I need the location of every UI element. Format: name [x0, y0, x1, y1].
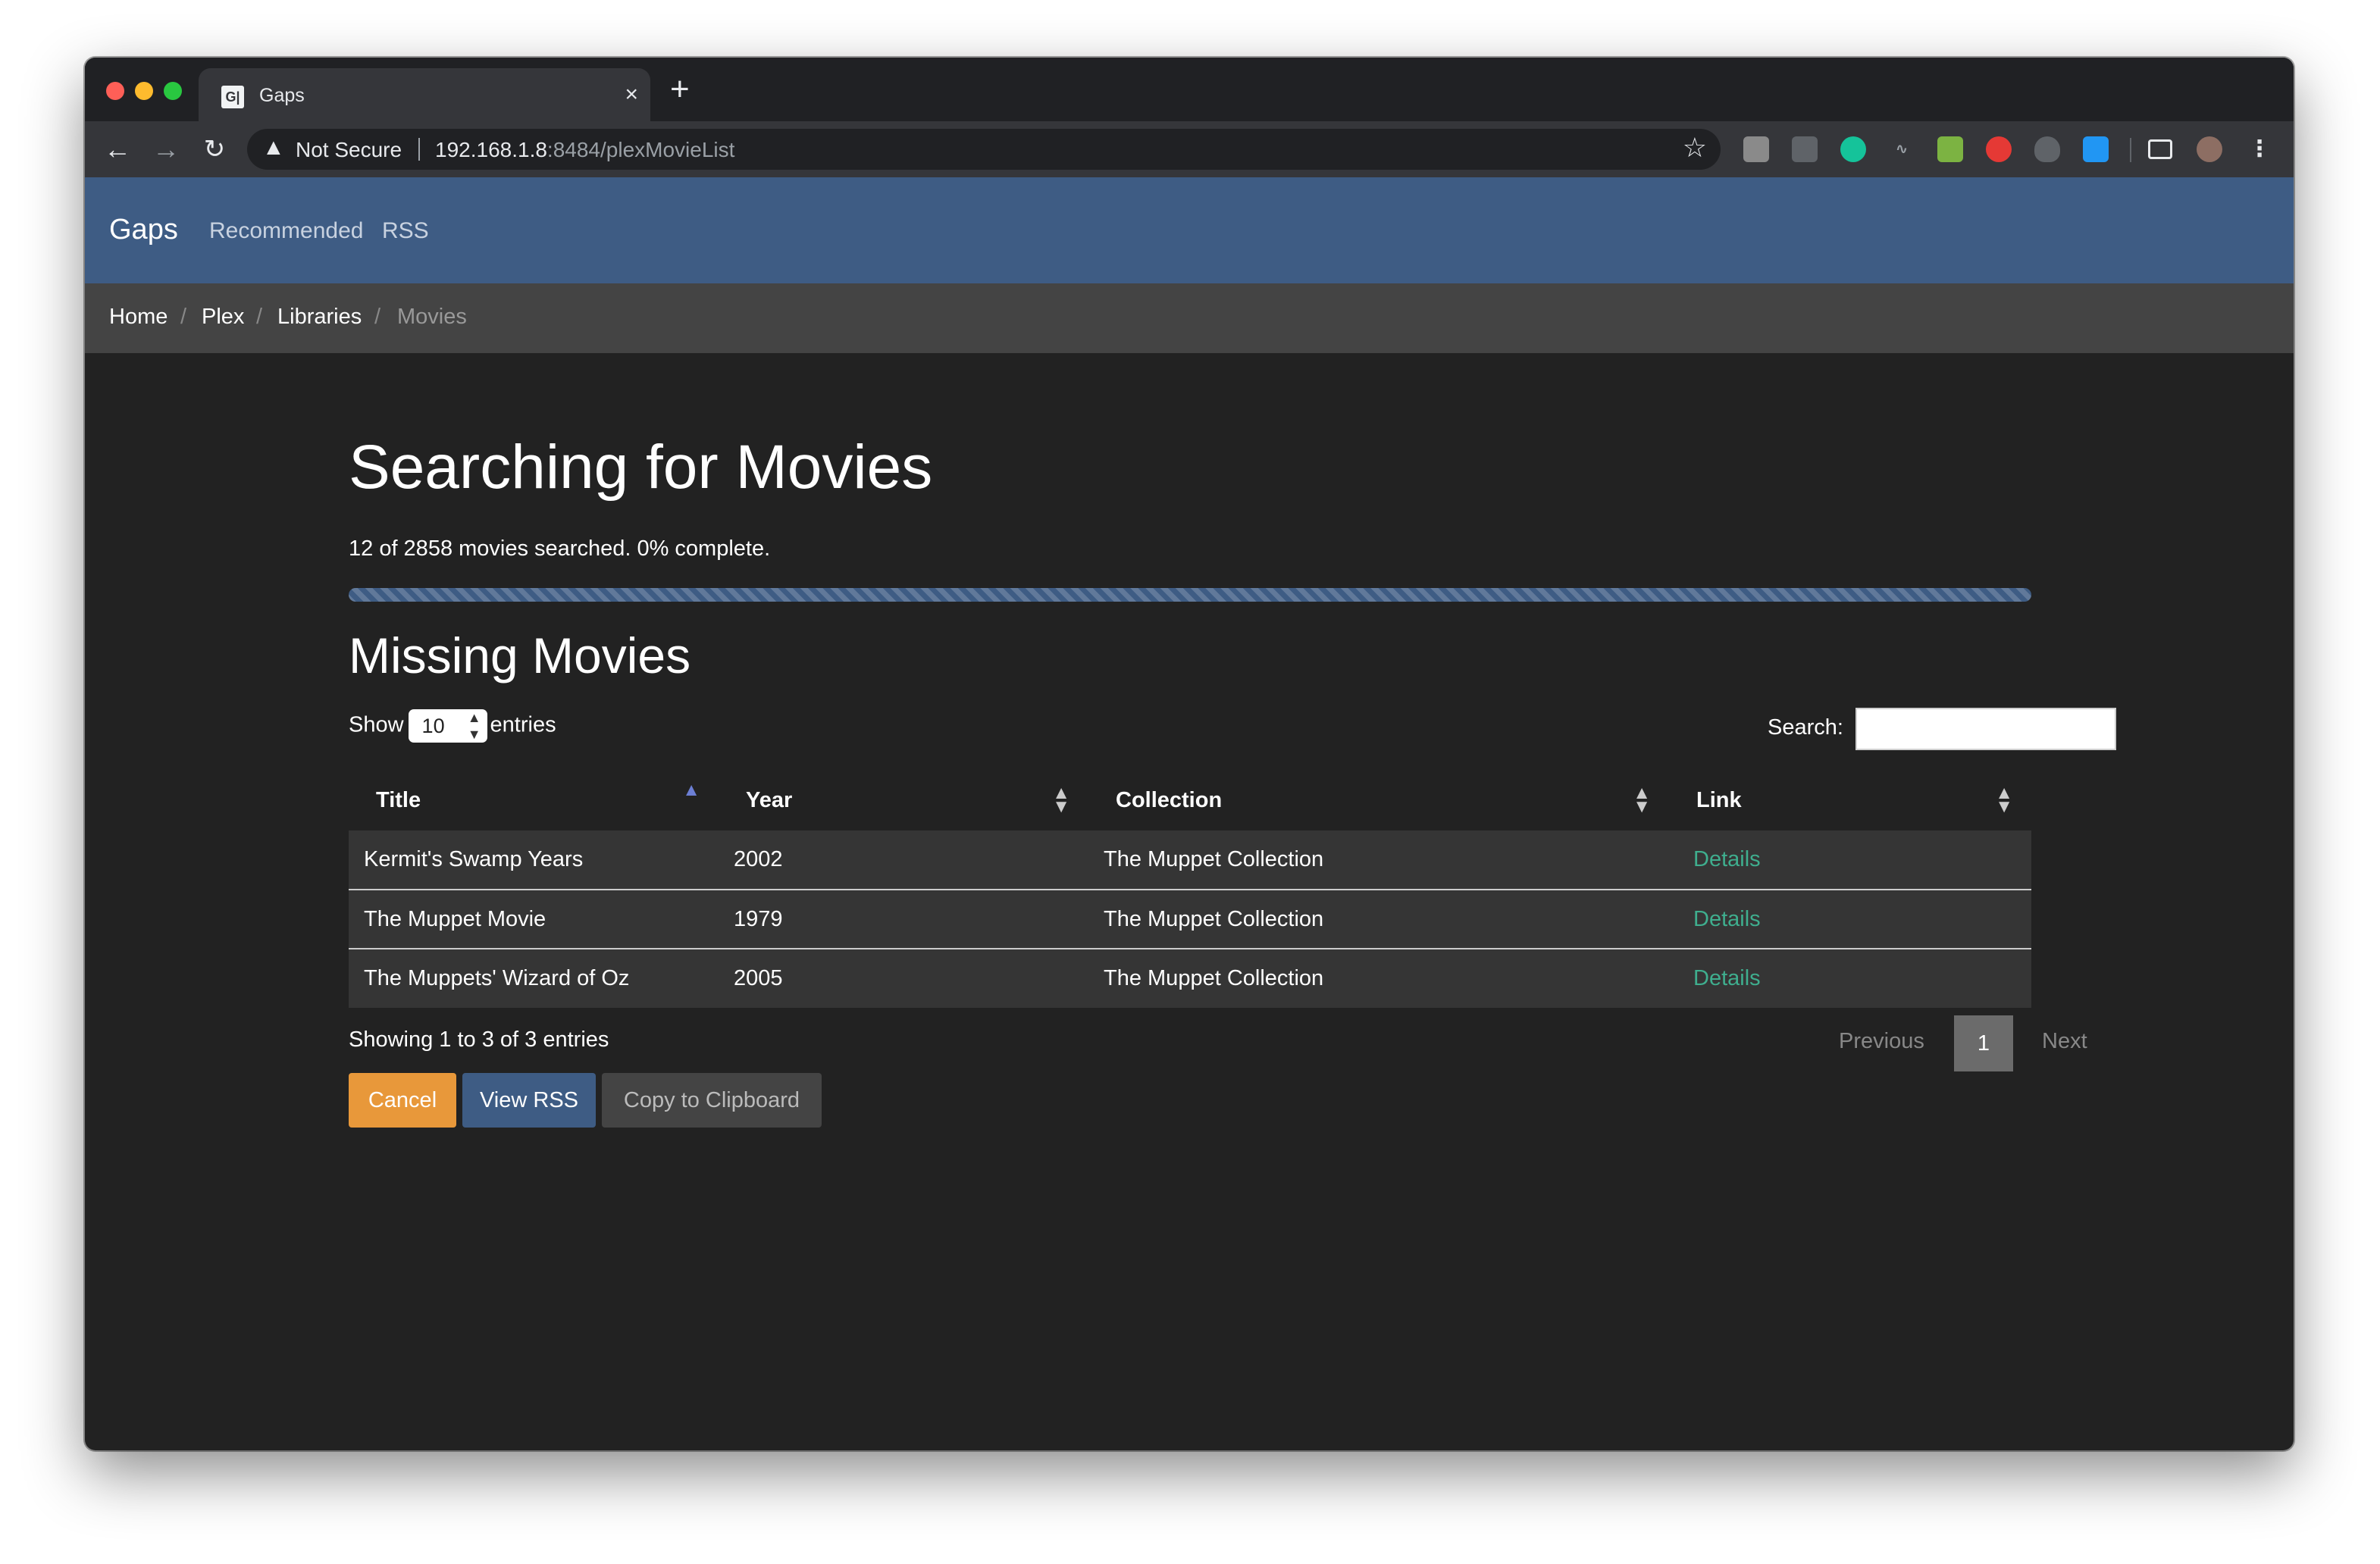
omnibox-divider — [418, 138, 420, 161]
table-row: The Muppet Movie 1979 The Muppet Collect… — [349, 889, 2031, 949]
cell-link: Details — [1669, 889, 2031, 949]
cast-icon[interactable] — [2148, 139, 2172, 159]
toolbar-divider — [2130, 138, 2131, 162]
pagination-previous[interactable]: Previous — [1839, 1029, 1924, 1054]
details-link[interactable]: Details — [1693, 907, 1761, 931]
cancel-button[interactable]: Cancel — [349, 1073, 456, 1128]
show-label: Show — [349, 712, 404, 737]
details-link[interactable]: Details — [1693, 966, 1761, 990]
entries-label: entries — [490, 712, 556, 737]
close-tab-icon[interactable]: × — [625, 82, 638, 108]
address-bar[interactable]: ▲ Not Secure 192.168.1.8:8484/plexMovieL… — [247, 129, 1721, 170]
page-length-value: 10 — [421, 715, 445, 737]
cell-title: Kermit's Swamp Years — [364, 847, 584, 871]
column-header-collection[interactable]: Collection ▲ ▼ — [1088, 770, 1669, 830]
extension-readwise-icon[interactable] — [1743, 136, 1769, 162]
maximize-window-button[interactable] — [164, 82, 182, 100]
pulse-icon[interactable]: ∿ — [1889, 136, 1915, 162]
column-header-title[interactable]: Title ▲ — [349, 770, 719, 830]
url-text: 192.168.1.8:8484/plexMovieList — [435, 138, 734, 162]
column-header-link[interactable]: Link ▲ ▼ — [1669, 770, 2031, 830]
bookmark-star-icon[interactable]: ☆ — [1683, 132, 1707, 164]
menu-kebab-icon[interactable]: ⋮ — [2247, 136, 2272, 162]
url-host: 192.168.1.8 — [435, 138, 547, 161]
page-length-select[interactable]: 10 ▲ ▼ — [408, 709, 487, 743]
cell-collection: The Muppet Collection — [1088, 889, 1669, 949]
cell-year: 2005 — [719, 948, 1088, 1008]
cell-year: 2002 — [734, 847, 783, 871]
cell-link: Details — [1669, 830, 2031, 890]
browser-toolbar: ← → ↻ ▲ Not Secure 192.168.1.8:8484/plex… — [85, 121, 2294, 177]
cell-collection: The Muppet Collection — [1088, 948, 1669, 1008]
breadcrumb-home[interactable]: Home — [109, 305, 168, 330]
browser-window: G| Gaps × + ← → ↻ ▲ Not Secure 192.168.1… — [85, 58, 2294, 1450]
column-title-label: Title — [376, 787, 421, 812]
view-rss-button[interactable]: View RSS — [462, 1073, 596, 1128]
cell-year: 1979 — [719, 889, 1088, 949]
breadcrumb-movies: Movies — [397, 305, 467, 329]
breadcrumb-plex[interactable]: Plex — [202, 305, 244, 330]
warning-icon: ▲ — [262, 135, 285, 160]
favicon-icon: G| — [221, 86, 244, 108]
details-link[interactable]: Details — [1693, 847, 1761, 871]
sort-both-icon: ▲ ▼ — [1633, 783, 1651, 817]
sort-both-icon: ▲ ▼ — [1995, 783, 2013, 817]
copy-to-clipboard-button[interactable]: Copy to Clipboard — [602, 1073, 822, 1128]
breadcrumb-separator: / — [180, 305, 187, 329]
page-title: Searching for Movies — [349, 433, 933, 502]
breadcrumb-separator: / — [256, 305, 263, 329]
table-info: Showing 1 to 3 of 3 entries — [349, 1028, 609, 1052]
extension-red-icon[interactable] — [1986, 136, 2012, 162]
sort-both-icon: ▲ ▼ — [1052, 783, 1070, 817]
breadcrumb: Home / Plex / Libraries / Movies — [85, 283, 2294, 353]
new-tab-button[interactable]: + — [670, 73, 690, 106]
missing-movies-table: Title ▲ Year ▲ ▼ Collection ▲ ▼ Link ▲ ▼ Kermit… — [349, 770, 2031, 1008]
column-header-year[interactable]: Year ▲ ▼ — [719, 770, 1088, 830]
extension-blue-icon[interactable] — [2083, 136, 2109, 162]
cell-title: The Muppets' Wizard of Oz — [349, 948, 719, 1008]
tab-title: Gaps — [259, 85, 305, 106]
profile-avatar[interactable] — [2197, 136, 2222, 162]
breadcrumb-libraries[interactable]: Libraries — [277, 305, 362, 330]
cell-link: Details — [1669, 948, 2031, 1008]
minimize-window-button[interactable] — [135, 82, 153, 100]
table-header-row: Title ▲ Year ▲ ▼ Collection ▲ ▼ Link ▲ ▼ — [349, 770, 2031, 830]
pagination-page-1[interactable]: 1 — [1954, 1015, 2013, 1071]
column-link-label: Link — [1696, 787, 1742, 812]
grammarly-icon[interactable] — [1840, 136, 1866, 162]
cell-collection: The Muppet Collection — [1104, 847, 1324, 871]
shield-icon[interactable] — [2034, 136, 2060, 162]
nav-rss[interactable]: RSS — [382, 218, 429, 244]
url-path: :8484/plexMovieList — [546, 138, 735, 161]
missing-movies-title: Missing Movies — [349, 627, 691, 683]
breadcrumb-separator: / — [374, 305, 381, 329]
table-row: The Muppets' Wizard of Oz 2005 The Muppe… — [349, 948, 2031, 1008]
sort-ascending-icon: ▲ — [682, 780, 700, 800]
tab-strip: G| Gaps × + — [85, 58, 2294, 121]
search-progress-bar — [349, 588, 2031, 602]
search-label: Search: — [1768, 715, 1843, 740]
table-row: Kermit's Swamp Years 2002 The Muppet Col… — [349, 830, 2031, 890]
cell-title: The Muppet Movie — [349, 889, 719, 949]
browser-tab[interactable]: G| Gaps × — [199, 68, 650, 121]
close-window-button[interactable] — [106, 82, 124, 100]
security-label: Not Secure — [296, 138, 402, 161]
column-collection-label: Collection — [1116, 787, 1223, 812]
column-year-label: Year — [746, 787, 793, 812]
extension-gray-icon[interactable] — [1792, 136, 1818, 162]
brand-link[interactable]: Gaps — [109, 214, 178, 246]
extension-green-icon[interactable] — [1937, 136, 1963, 162]
reload-icon[interactable]: ↻ — [199, 133, 230, 165]
progress-text: 12 of 2858 movies searched. 0% complete. — [349, 536, 771, 561]
nav-recommended[interactable]: Recommended — [209, 218, 363, 244]
forward-icon[interactable]: → — [150, 133, 182, 165]
page-length-control: Show 10 ▲ ▼ entries — [349, 709, 556, 743]
site-navbar: Gaps Recommended RSS — [85, 177, 2294, 283]
pagination-next[interactable]: Next — [2042, 1029, 2087, 1054]
back-icon[interactable]: ← — [102, 133, 133, 165]
select-arrows-icon: ▲ ▼ — [467, 710, 481, 742]
search-input[interactable] — [1855, 708, 2116, 750]
